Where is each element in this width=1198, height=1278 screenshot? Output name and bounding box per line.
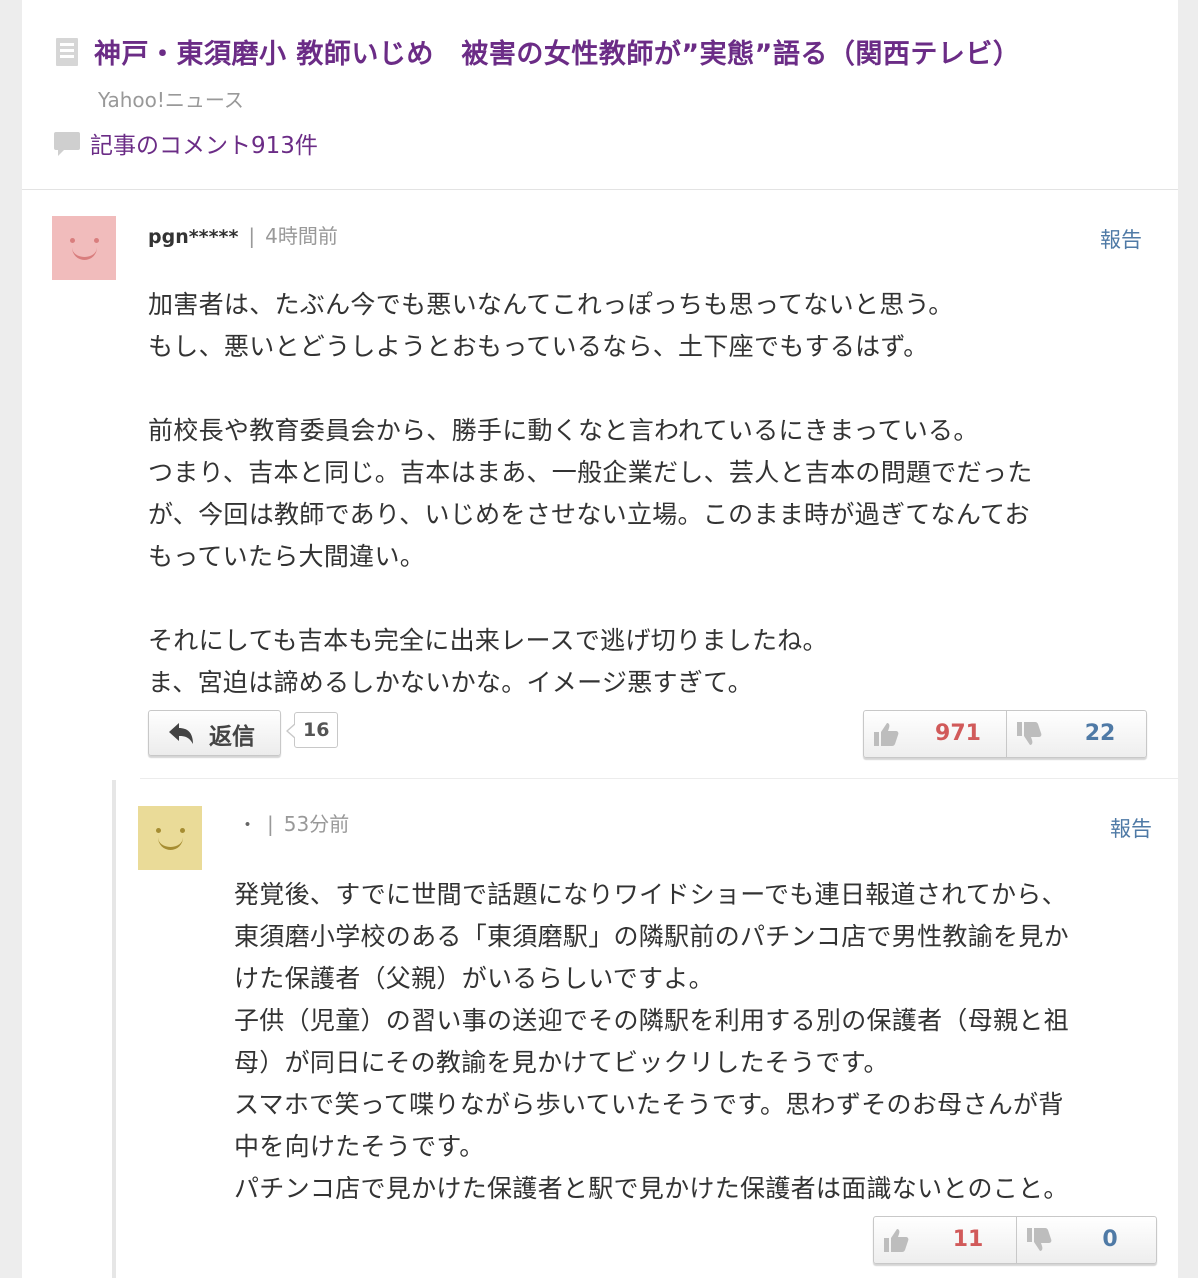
body-line: もし、悪いとどうしようとおもっているなら、土下座でもするはず。 bbox=[148, 332, 929, 361]
comment-meta: pgn***** | 4時間前 bbox=[148, 220, 338, 249]
body-line bbox=[148, 368, 1033, 410]
reply-meta: ・ | 53分前 bbox=[238, 808, 349, 837]
body-line: 子供（児童）の習い事の送迎でその隣駅を利用する別の保護者（母親と祖 bbox=[234, 1006, 1069, 1035]
divider bbox=[140, 778, 1178, 779]
thumbs-down-icon bbox=[1017, 722, 1042, 745]
avatar bbox=[52, 216, 116, 280]
comment-page: 神戸・東須磨小 教師いじめ 被害の女性教師が”実態”語る（関西テレビ） Yaho… bbox=[22, 0, 1178, 1278]
article-title[interactable]: 神戸・東須磨小 教師いじめ 被害の女性教師が”実態”語る（関西テレビ） bbox=[94, 32, 1020, 71]
reply-timestamp: 53分前 bbox=[283, 812, 350, 836]
body-line: 母）が同日にその教諭を見かけてビックリしたそうです。 bbox=[234, 1048, 889, 1077]
comment-body: 加害者は、たぶん今でも悪いなんてこれっぽっちも思ってないと思う。 もし、悪いとどう… bbox=[148, 284, 1033, 704]
thumbs-up-icon bbox=[884, 1229, 909, 1252]
article-header: 神戸・東須磨小 教師いじめ 被害の女性教師が”実態”語る（関西テレビ） Yaho… bbox=[22, 0, 1178, 190]
body-line: スマホで笑って喋りながら歩いていたそうです。思わずそのお母さんが背 bbox=[234, 1090, 1064, 1119]
vote-buttons: 11 0 bbox=[873, 1216, 1157, 1264]
meta-separator: | bbox=[267, 812, 274, 836]
thumbs-up-icon bbox=[874, 723, 899, 746]
body-line bbox=[148, 578, 1033, 620]
body-line: 東須磨小学校のある「東須磨駅」の隣駅前のパチンコ店で男性教諭を見か bbox=[234, 922, 1069, 951]
body-line: けた保護者（父親）がいるらしいですよ。 bbox=[234, 964, 714, 993]
body-line: ま、宮迫は諦めるしかないかな。イメージ悪すぎて。 bbox=[148, 668, 753, 697]
report-link[interactable]: 報告 bbox=[1110, 813, 1152, 843]
body-line: もっていたら大間違い。 bbox=[148, 542, 426, 571]
like-count: 971 bbox=[935, 721, 981, 746]
thumbs-down-icon bbox=[1027, 1228, 1052, 1251]
body-line: 加害者は、たぶん今でも悪いなんてこれっぽっちも思ってないと思う。 bbox=[148, 290, 954, 319]
dislike-button[interactable]: 0 bbox=[1016, 1217, 1158, 1263]
body-line: 発覚後、すでに世間で話題になりワイドショーでも連日報道されてから、 bbox=[234, 880, 1067, 909]
like-button[interactable]: 971 bbox=[864, 711, 1006, 757]
document-icon bbox=[56, 38, 78, 66]
body-line: それにしても吉本も完全に出来レースで逃げ切りましたね。 bbox=[148, 626, 828, 655]
body-line: 中を向けたそうです。 bbox=[234, 1132, 485, 1161]
vote-buttons: 971 22 bbox=[863, 710, 1147, 758]
reply-label: 返信 bbox=[209, 724, 255, 750]
comment-username[interactable]: pgn***** bbox=[148, 226, 238, 248]
reply-count-badge[interactable]: 16 bbox=[285, 712, 339, 748]
body-line: パチンコ店で見かけた保護者と駅で見かけた保護者は面識ないとのこと。 bbox=[234, 1174, 1069, 1203]
avatar bbox=[138, 806, 202, 870]
report-link[interactable]: 報告 bbox=[1100, 224, 1142, 254]
like-count: 11 bbox=[952, 1227, 984, 1252]
article-source: Yahoo!ニュース bbox=[98, 88, 244, 112]
reply-username[interactable]: ・ bbox=[238, 814, 257, 836]
body-line: つまり、吉本と同じ。吉本はまあ、一般企業だし、芸人と吉本の問題でだった bbox=[148, 458, 1033, 487]
dislike-count: 0 bbox=[1102, 1227, 1118, 1252]
meta-separator: | bbox=[248, 224, 256, 248]
comment-timestamp: 4時間前 bbox=[265, 224, 338, 248]
reply-body: 発覚後、すでに世間で話題になりワイドショーでも連日報道されてから、 東須磨小学校の… bbox=[234, 874, 1069, 1210]
comment-bubble-icon bbox=[54, 132, 80, 156]
reply-thread-line bbox=[112, 780, 116, 1278]
like-button[interactable]: 11 bbox=[874, 1217, 1016, 1263]
reply-button[interactable]: 返信 bbox=[148, 710, 281, 756]
comment-count-link[interactable]: 記事のコメント913件 bbox=[90, 126, 318, 160]
body-line: 前校長や教育委員会から、勝手に動くなと言われているにきまっている。 bbox=[148, 416, 979, 445]
body-line: が、今回は教師であり、いじめをさせない立場。このまま時が過ぎてなんてお bbox=[148, 500, 1030, 529]
dislike-count: 22 bbox=[1084, 721, 1116, 746]
reply-arrow-icon bbox=[169, 723, 193, 744]
dislike-button[interactable]: 22 bbox=[1006, 711, 1148, 757]
